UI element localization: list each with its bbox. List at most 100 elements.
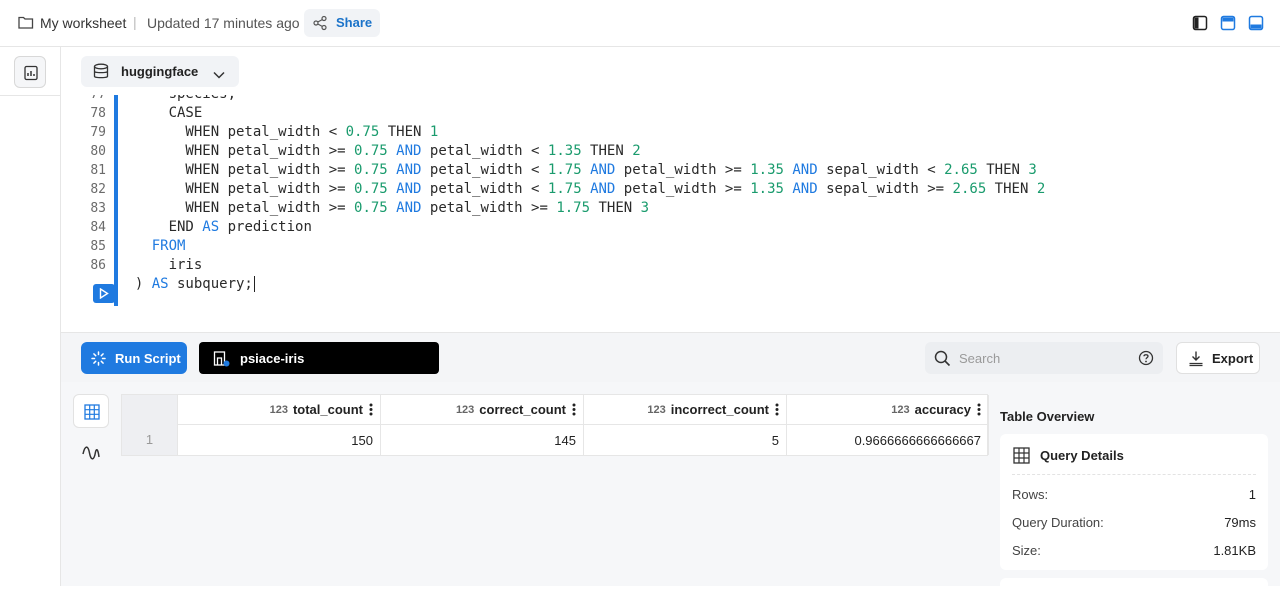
code-token: 1: [429, 124, 439, 140]
numeric-type-icon: 123: [891, 404, 910, 416]
code-text: CASE: [118, 104, 203, 123]
detail-size: Size: 1.81KB: [1012, 543, 1256, 561]
code-text: FROM: [118, 237, 186, 256]
column-menu-icon[interactable]: [775, 403, 779, 421]
run-script-label: Run Script: [115, 351, 181, 366]
code-token: 1.75: [547, 162, 582, 178]
table-grid-icon: [1013, 447, 1030, 464]
connection-icon: [213, 351, 230, 367]
code-token: AND: [590, 181, 616, 197]
table-grid-icon: [84, 404, 100, 420]
code-token: AND: [396, 143, 422, 159]
numeric-type-icon: 123: [455, 404, 475, 416]
code-token: END: [118, 219, 203, 235]
code-token: 1.75: [556, 200, 591, 216]
share-button[interactable]: Share: [304, 9, 380, 37]
export-icon: [1189, 351, 1203, 367]
column-name: correct_count: [479, 402, 566, 417]
code-token: AND: [396, 200, 422, 216]
detail-value: 1.81KB: [1213, 543, 1256, 558]
table-cell[interactable]: 145: [381, 425, 584, 455]
cell-value: 5: [771, 433, 779, 448]
sidebar-item-worksheet[interactable]: [14, 56, 46, 88]
code-token: AND: [792, 181, 818, 197]
title-separator: |: [133, 14, 137, 30]
code-token: species,: [118, 95, 236, 102]
code-token: 2.65: [944, 162, 978, 178]
column-menu-icon[interactable]: [977, 403, 981, 421]
table-overview-title: Table Overview: [1000, 409, 1095, 424]
line-number: 82: [90, 182, 106, 197]
code-token: WHEN petal_width <: [118, 124, 346, 140]
sidebar-divider: [0, 95, 61, 96]
column-header[interactable]: 123 correct_count: [381, 395, 584, 425]
run-script-button[interactable]: Run Script: [81, 342, 187, 374]
sql-editor[interactable]: 77 species, 78 CASE 79 WHEN petal_width < …: [61, 95, 1280, 332]
code-token: FROM: [151, 238, 186, 254]
code-token: AND: [396, 181, 422, 197]
layout-bottom-panel-icon[interactable]: [1248, 15, 1264, 36]
search-input[interactable]: [959, 348, 1129, 368]
query-details-card: Query Details Rows: 1 Query Duration: 79…: [1000, 434, 1268, 570]
code-token: 0.75: [354, 200, 388, 216]
code-token: THEN: [977, 162, 1029, 178]
export-button[interactable]: Export: [1176, 342, 1260, 374]
details-divider: [1012, 474, 1256, 475]
code-text: WHEN petal_width >= 0.75 AND petal_width…: [118, 161, 1036, 180]
code-text: WHEN petal_width >= 0.75 AND petal_width…: [118, 180, 1045, 199]
share-label: Share: [336, 15, 373, 30]
worksheet-title[interactable]: My worksheet: [40, 15, 126, 31]
chevron-down-icon: [213, 66, 225, 84]
search-icon: [934, 350, 951, 367]
connection-selector[interactable]: psiace-iris: [199, 342, 439, 374]
code-token: petal_width >=: [421, 200, 557, 216]
layout-sidebar-icon[interactable]: [1192, 15, 1208, 36]
results-panel: 123 total_count 123 correct_count 123 incorre…: [61, 382, 1280, 598]
table-view-button[interactable]: [73, 394, 109, 428]
column-name: total_count: [292, 402, 363, 417]
code-token: 0.75: [345, 124, 380, 140]
chart-wave-icon: [82, 446, 100, 460]
column-menu-icon[interactable]: [369, 403, 373, 421]
code-token: AS: [202, 219, 220, 235]
help-icon[interactable]: [1138, 350, 1154, 371]
code-token: THEN: [986, 181, 1037, 197]
code-token: 2: [632, 143, 641, 159]
table-cell[interactable]: 0.9666666666666667: [787, 425, 989, 455]
code-token: THEN: [581, 143, 633, 159]
line-number: 79: [90, 125, 106, 140]
layout-top-panel-icon[interactable]: [1220, 15, 1236, 36]
code-token: AS: [151, 276, 169, 292]
row-number-header: [122, 395, 178, 425]
table-cell[interactable]: 5: [584, 425, 787, 455]
run-statement-button[interactable]: [93, 284, 115, 303]
code-token: 0.75: [354, 162, 388, 178]
results-toolbar: Run Script psiace-iris Export: [61, 332, 1280, 382]
code-token: prediction: [219, 219, 312, 235]
table-cell[interactable]: 150: [178, 425, 381, 455]
cell-value: 150: [351, 433, 373, 448]
line-number: 85: [90, 239, 106, 254]
line-number: 80: [90, 144, 106, 159]
column-menu-icon[interactable]: [572, 403, 576, 421]
code-text: WHEN petal_width < 0.75 THEN 1: [118, 123, 438, 142]
column-header[interactable]: 123 total_count: [178, 395, 381, 425]
numeric-type-icon: 123: [269, 404, 288, 416]
code-text: iris: [118, 256, 203, 275]
overview-card-next: [1000, 578, 1268, 598]
line-number: 83: [90, 201, 106, 216]
database-icon: [92, 63, 110, 85]
share-icon: [312, 15, 328, 36]
code-token: petal_width <: [421, 181, 548, 197]
column-header[interactable]: 123 incorrect_count: [584, 395, 787, 425]
detail-label: Query Duration:: [1012, 515, 1104, 530]
connection-name: psiace-iris: [240, 351, 305, 366]
database-selector[interactable]: huggingface: [81, 56, 239, 87]
line-number: 84: [90, 220, 106, 235]
chart-view-button[interactable]: [81, 443, 101, 468]
column-header[interactable]: 123 accuracy: [787, 395, 989, 425]
detail-label: Size:: [1012, 543, 1041, 558]
